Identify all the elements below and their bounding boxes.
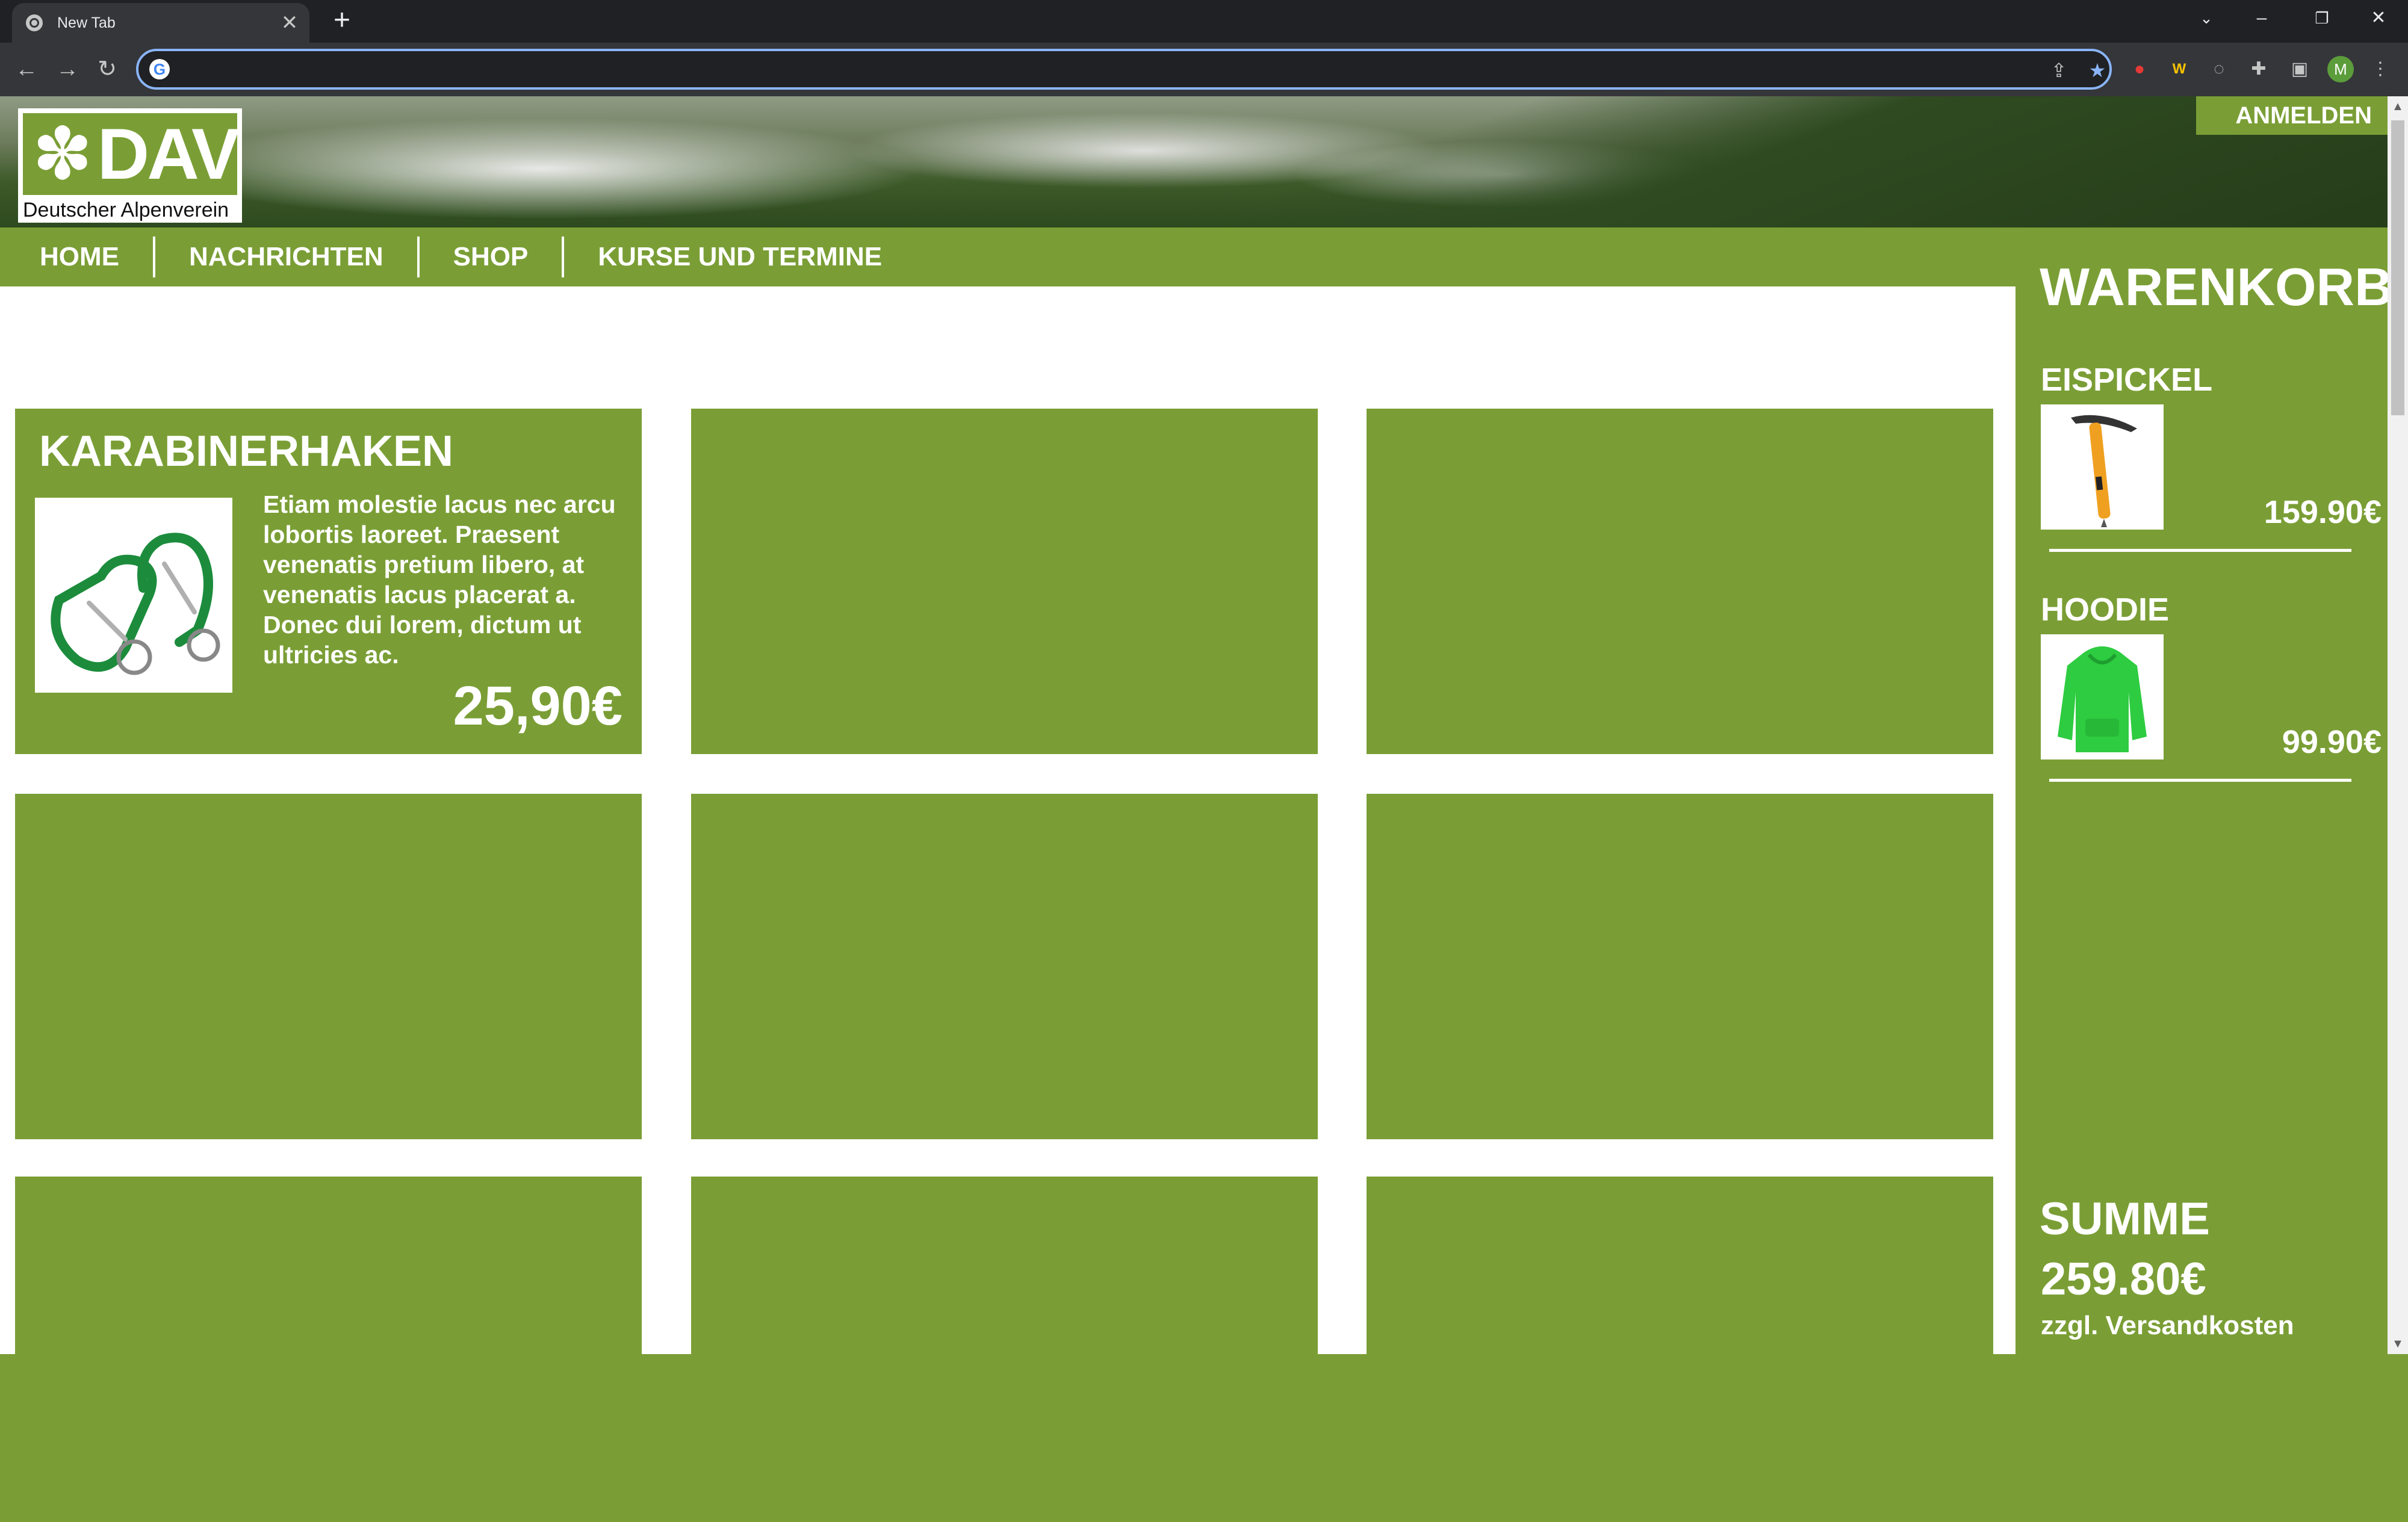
cart-sum-label: SUMME [2040,1193,2210,1245]
nav-courses[interactable]: KURSE UND TERMINE [564,237,916,277]
cart-divider [2049,549,2351,552]
browser-menu-icon[interactable]: ⋮ [2366,55,2395,84]
browser-tabstrip: New Tab ✕ + ⌄ – ❐ ✕ [0,0,2408,43]
product-card[interactable] [691,409,1318,754]
page-scrollbar[interactable]: ▲ ▼ [2388,96,2408,1354]
ice-axe-icon [2041,404,2164,530]
shipping-note: zzgl. Versandkosten [2041,1311,2294,1340]
dav-logo[interactable]: ✽ DAV Deutscher Alpenverein [18,108,242,223]
close-window-button[interactable]: ✕ [2351,0,2406,36]
profile-avatar[interactable]: M [2327,56,2354,82]
extension-red-icon[interactable]: ● [2125,55,2154,84]
edelweiss-icon: ✽ [32,114,93,194]
minimize-button[interactable]: – [2235,0,2289,36]
product-card[interactable] [691,1177,1318,1522]
reload-button[interactable]: ↻ [89,51,125,87]
address-input[interactable] [179,57,1985,81]
product-title: KARABINERHAKEN [39,427,454,475]
carabiner-icon [35,498,232,693]
side-panel-icon[interactable]: ▣ [2285,55,2314,84]
cart-item-price: 159.90€ [2264,494,2382,530]
scroll-up-icon[interactable]: ▲ [2388,96,2408,117]
hoodie-icon [2041,634,2164,759]
back-button[interactable]: ← [8,51,45,87]
cart-divider [2049,779,2351,782]
forward-button[interactable]: → [49,51,85,87]
product-card[interactable] [1367,794,1993,1139]
address-bar[interactable]: G ⇪ ★ [136,49,2112,90]
main-nav: HOME NACHRICHTEN SHOP KURSE UND TERMINE [0,227,2015,286]
bookmark-star-icon[interactable]: ★ [2085,58,2109,82]
nav-news[interactable]: NACHRICHTEN [155,237,420,277]
tab-title: New Tab [57,14,116,31]
cart-sum-value: 259.80€ [2041,1254,2206,1305]
extension-circle-icon[interactable]: ◌ [2205,55,2233,84]
product-card[interactable]: KARABINERHAKEN Etiam molestie lacus nec … [15,409,642,754]
cart-item-price: 99.90€ [2282,724,2382,760]
scroll-thumb[interactable] [2391,120,2404,415]
nav-home[interactable]: HOME [0,237,155,277]
nav-shop[interactable]: SHOP [420,237,565,277]
cart-item[interactable]: HOODIE 99.90€ [2041,591,2382,820]
cart-item[interactable]: EISPICKEL 159.90€ [2041,361,2382,590]
login-button[interactable]: ANMELDEN [2196,96,2388,135]
product-grid: KARABINERHAKEN Etiam molestie lacus nec … [0,286,2015,1522]
logo-subtitle: Deutscher Alpenverein [23,199,229,221]
tab-search-icon[interactable]: ⌄ [2179,0,2233,36]
share-icon[interactable]: ⇪ [2047,58,2071,82]
restore-button[interactable]: ❐ [2295,0,2349,36]
shopping-cart: WARENKORB EISPICKEL 159.90€ HOODIE 99.90… [2015,227,2393,1354]
cart-item-name: EISPICKEL [2041,362,2213,398]
cart-item-name: HOODIE [2041,592,2170,628]
browser-tab[interactable]: New Tab ✕ [12,3,309,43]
chrome-icon [26,14,43,31]
product-description: Etiam molestie lacus nec arcu lobortis l… [263,490,616,669]
new-tab-button[interactable]: + [325,4,359,37]
extensions-puzzle-icon[interactable]: ✚ [2244,55,2273,84]
cart-title: WARENKORB [2040,257,2393,317]
browser-toolbar: ← → ↻ G ⇪ ★ ● W ◌ ✚ ▣ M ⋮ [0,43,2408,96]
product-card[interactable] [1367,409,1993,754]
extension-w-icon[interactable]: W [2165,55,2194,84]
product-price: 25,90€ [453,675,622,737]
logo-mark: ✽ DAV [23,113,240,195]
web-page: ✽ DAV Deutscher Alpenverein ANMELDEN HOM… [0,96,2393,1522]
logo-text: DAV [97,114,240,194]
product-card[interactable] [1367,1177,1993,1522]
product-card[interactable] [15,1177,642,1522]
scroll-down-icon[interactable]: ▼ [2388,1334,2408,1354]
product-card[interactable] [691,794,1318,1139]
header-banner: ✽ DAV Deutscher Alpenverein ANMELDEN [0,96,2388,227]
close-tab-icon[interactable]: ✕ [276,11,303,35]
google-icon: G [149,59,170,79]
product-card[interactable] [15,794,642,1139]
